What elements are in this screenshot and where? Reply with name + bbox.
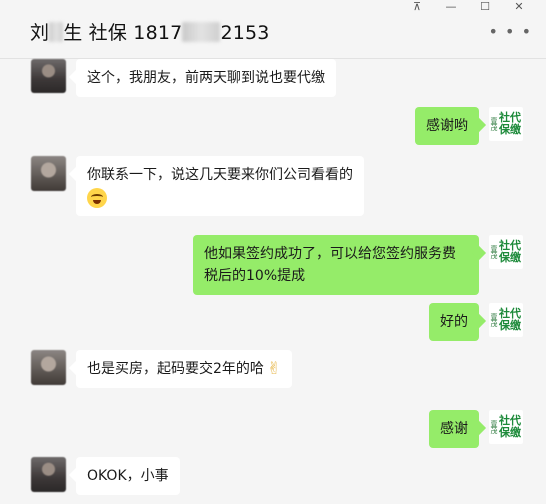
crying-laughing-emoji [87, 188, 107, 208]
redacted-mark [49, 22, 64, 42]
message-bubble[interactable]: OKOK，小事 [76, 457, 180, 495]
my-avatar[interactable]: 壹茂 社代保缴 [489, 410, 523, 444]
brand-big-text: 社代保缴 [499, 414, 521, 439]
message-text: 你联系一下，说这几天要来你们公司看看的 [87, 167, 353, 183]
message-bubble[interactable]: 他如果签约成功了，可以给您签约服务费税后的10%提成 [193, 235, 479, 295]
message-text: 这个，我朋友，前两天聊到说也要代缴 [87, 70, 325, 86]
contact-avatar[interactable] [31, 59, 66, 93]
brand-small-text: 壹茂 [490, 245, 498, 259]
brand-big-text: 社代保缴 [499, 307, 521, 332]
message-row: 壹茂 社代保缴 好的 [429, 303, 523, 341]
message-text: 感谢哟 [426, 118, 468, 134]
message-text: 好的 [440, 314, 468, 330]
victory-hand-emoji: ✌ [266, 359, 282, 379]
message-bubble[interactable]: 也是买房，起码要交2年的哈 ✌ [76, 350, 293, 388]
redacted-mark [182, 22, 221, 42]
contact-avatar[interactable] [31, 156, 66, 191]
chat-header: 刘生 社保 1817 2153 ⊼ — ☐ ✕ • • • [0, 0, 546, 59]
brand-big-text: 社代保缴 [499, 239, 521, 264]
message-bubble[interactable]: 这个，我朋友，前两天聊到说也要代缴 [76, 59, 336, 97]
message-bubble[interactable]: 你联系一下，说这几天要来你们公司看看的 [76, 156, 364, 216]
minimize-icon[interactable]: — [434, 0, 468, 14]
chat-title-part2: 生 社保 1817 [63, 22, 183, 44]
brand-small-text: 壹茂 [490, 313, 498, 327]
message-row: 壹茂 社代保缴 他如果签约成功了，可以给您签约服务费税后的10%提成 [193, 235, 523, 295]
message-row: 壹茂 社代保缴 感谢哟 [415, 107, 523, 145]
brand-big-text: 社代保缴 [499, 111, 521, 136]
message-row: 也是买房，起码要交2年的哈 ✌ [31, 350, 293, 388]
chat-title-part1: 刘 [30, 22, 50, 44]
message-bubble[interactable]: 感谢哟 [415, 107, 479, 145]
message-bubble[interactable]: 感谢 [429, 410, 479, 448]
message-text: 感谢 [440, 421, 468, 437]
window-controls: ⊼ — ☐ ✕ [400, 0, 536, 14]
message-row: 这个，我朋友，前两天聊到说也要代缴 [31, 59, 336, 97]
message-text: 他如果签约成功了，可以给您签约服务费税后的10%提成 [204, 246, 456, 284]
message-row: 你联系一下，说这几天要来你们公司看看的 [31, 156, 364, 216]
message-row: OKOK，小事 [31, 457, 180, 495]
more-dots-icon[interactable]: • • • [489, 22, 532, 41]
contact-avatar[interactable] [31, 457, 66, 492]
my-avatar[interactable]: 壹茂 社代保缴 [489, 107, 523, 141]
message-row: 壹茂 社代保缴 感谢 [429, 410, 523, 448]
message-text: OKOK，小事 [87, 468, 169, 484]
message-text: 也是买房，起码要交2年的哈 [87, 361, 264, 377]
chat-title: 刘生 社保 1817 2153 [30, 18, 270, 45]
chat-title-part3: 2153 [220, 22, 270, 44]
my-avatar[interactable]: 壹茂 社代保缴 [489, 303, 523, 337]
brand-small-text: 壹茂 [490, 117, 498, 131]
message-bubble[interactable]: 好的 [429, 303, 479, 341]
close-icon[interactable]: ✕ [502, 0, 536, 14]
brand-small-text: 壹茂 [490, 420, 498, 434]
contact-avatar[interactable] [31, 350, 66, 385]
pin-icon[interactable]: ⊼ [400, 0, 434, 14]
maximize-icon[interactable]: ☐ [468, 0, 502, 14]
my-avatar[interactable]: 壹茂 社代保缴 [489, 235, 523, 269]
